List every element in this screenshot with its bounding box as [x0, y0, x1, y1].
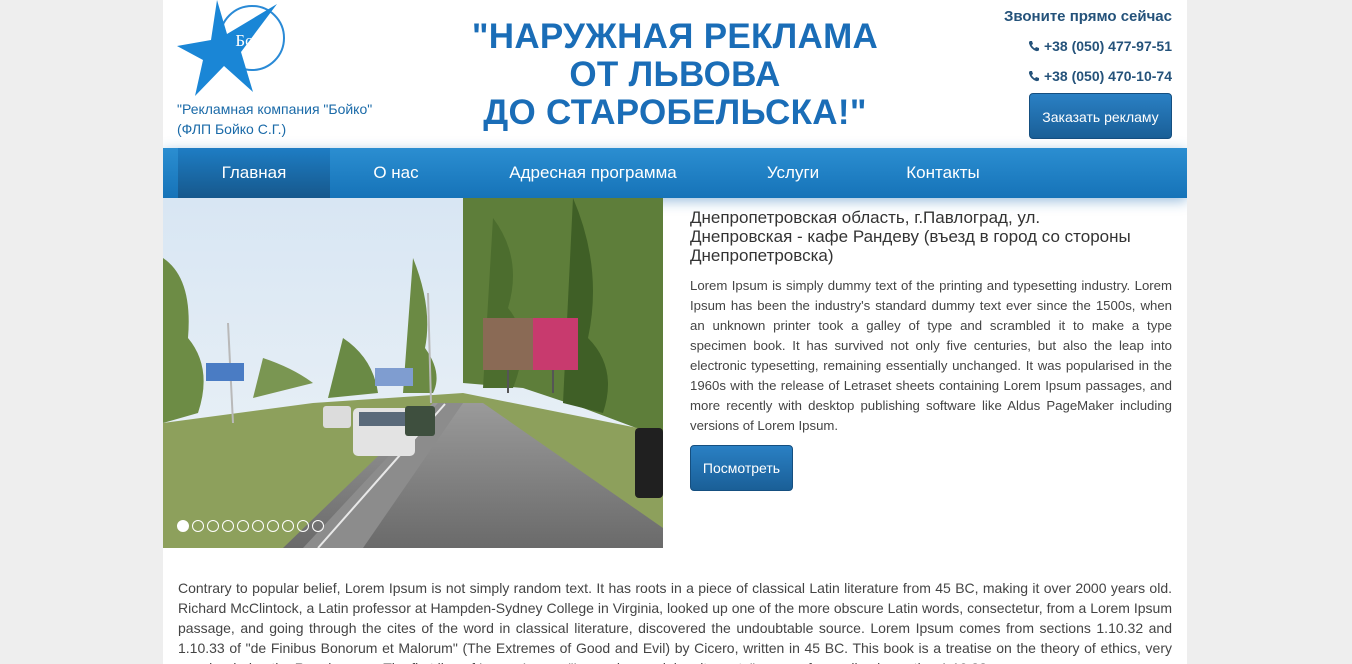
slider-dot[interactable]	[207, 520, 219, 532]
phone-icon	[1028, 71, 1039, 82]
nav-item-home[interactable]: Главная	[178, 148, 330, 198]
slider-dot[interactable]	[192, 520, 204, 532]
slide-title: Днепропетровская область, г.Павлоград, у…	[690, 208, 1172, 265]
slide-title-line2: Днепровская - кафе Рандеву (въезд в горо…	[690, 227, 1131, 246]
slide-title-line1: Днепропетровская область, г.Павлоград, у…	[690, 208, 1041, 227]
slider-dot[interactable]	[237, 520, 249, 532]
phone-icon	[1028, 41, 1039, 52]
slide-description: Днепропетровская область, г.Павлоград, у…	[690, 208, 1172, 436]
phone-1[interactable]: +38 (050) 477-97-51	[1004, 38, 1172, 55]
slider-dot[interactable]	[177, 520, 189, 532]
phone-2-number: +38 (050) 470-10-74	[1043, 68, 1172, 84]
nav-item-address-program[interactable]: Адресная программа	[483, 148, 703, 198]
page-headline: "НАРУЖНАЯ РЕКЛАМА ОТ ЛЬВОВА ДО СТАРОБЕЛЬ…	[433, 18, 917, 132]
company-line2: (ФЛП Бойко С.Г.)	[177, 121, 287, 137]
nav-item-about[interactable]: О нас	[353, 148, 439, 198]
slider-dot[interactable]	[252, 520, 264, 532]
slider[interactable]	[163, 198, 663, 548]
order-ad-button[interactable]: Заказать рекламу	[1029, 93, 1172, 139]
headline-line3: ДО СТАРОБЕЛЬСКА!"	[483, 93, 867, 132]
nav-item-services[interactable]: Услуги	[748, 148, 838, 198]
slider-pagination	[177, 520, 324, 532]
slider-dot[interactable]	[312, 520, 324, 532]
call-now-label: Звоните прямо сейчас	[1003, 8, 1172, 25]
logo-text: Бойко	[235, 31, 278, 50]
page: Бойко "Рекламная компания "Бойко" (ФЛП Б…	[163, 0, 1187, 664]
main-nav: Главная О нас Адресная программа Услуги …	[163, 148, 1187, 198]
slide-text: Lorem Ipsum is simply dummy text of the …	[690, 278, 1172, 433]
slider-dot[interactable]	[282, 520, 294, 532]
star-logo-icon[interactable]: Бойко	[177, 0, 287, 96]
slide-title-line3: Днепропетровска)	[690, 246, 834, 265]
headline-line1: "НАРУЖНАЯ РЕКЛАМА	[471, 17, 879, 56]
body-text: Contrary to popular belief, Lorem Ipsum …	[178, 580, 1172, 664]
company-name: "Рекламная компания "Бойко" (ФЛП Бойко С…	[177, 99, 372, 139]
phone-1-number: +38 (050) 477-97-51	[1043, 38, 1172, 54]
company-line1: "Рекламная компания "Бойко"	[177, 101, 373, 117]
nav-item-contacts[interactable]: Контакты	[888, 148, 998, 198]
slider-dot[interactable]	[297, 520, 309, 532]
phone-2[interactable]: +38 (050) 470-10-74	[1004, 68, 1172, 85]
slider-dot[interactable]	[222, 520, 234, 532]
slide-photo	[163, 198, 663, 548]
contact-block: Звоните прямо сейчас +38 (050) 477-97-51…	[1004, 8, 1172, 85]
slider-dot[interactable]	[267, 520, 279, 532]
view-button[interactable]: Посмотреть	[690, 445, 793, 491]
headline-line2: ОТ ЛЬВОВА	[569, 55, 781, 94]
